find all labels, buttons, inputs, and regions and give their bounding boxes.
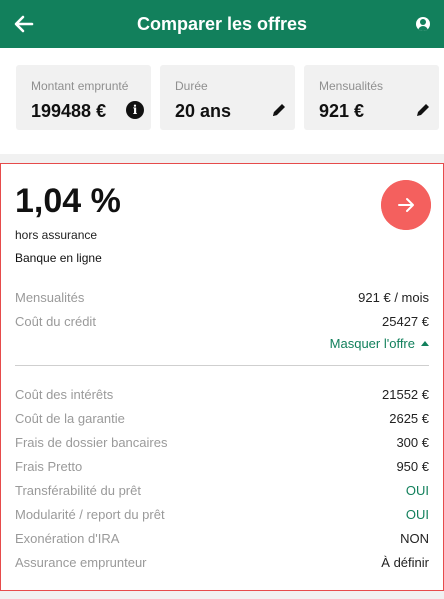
row-label: Modularité / report du prêt [15,507,165,522]
pencil-icon[interactable] [414,101,432,119]
row-label: Exonération d'IRA [15,531,120,546]
detail-row: Modularité / report du prêt OUI [15,507,429,525]
row-value: NON [400,531,429,546]
card-value: 921 € [319,101,365,121]
row-label: Mensualités [15,290,85,305]
user-account-icon[interactable] [416,17,430,31]
card-label: Montant emprunté [31,79,129,93]
card-value: 20 ans [175,101,232,121]
detail-row: Coût de la garantie 2625 € [15,411,429,429]
row-value: 950 € [396,459,429,474]
card-value: 199488 € [31,101,107,121]
chevron-up-icon [421,341,429,346]
interest-rate: 1,04 % [15,182,121,220]
row-value: 300 € [396,435,429,450]
hide-offer-toggle[interactable]: Masquer l'offre [330,336,429,351]
row-label: Coût des intérêts [15,387,114,402]
row-label: Frais Pretto [15,459,83,474]
row-label: Coût du crédit [15,314,96,329]
row-value: À définir [381,555,429,570]
pencil-icon[interactable] [270,101,288,119]
loan-summary: Montant emprunté 199488 € i Durée 20 ans… [0,48,444,154]
bank-name: Banque en ligne [15,251,102,265]
row-value: 2625 € [389,411,429,426]
row-label: Transférabilité du prêt [15,483,141,498]
detail-row: Assurance emprunteur À définir [15,555,429,573]
divider [15,365,429,366]
detail-row: Coût des intérêts 21552 € [15,387,429,405]
row-label: Frais de dossier bancaires [15,435,168,450]
toggle-label: Masquer l'offre [329,336,415,351]
row-value: 21552 € [382,387,429,402]
detail-row: Transférabilité du prêt OUI [15,483,429,501]
detail-row: Mensualités 921 € / mois [15,290,429,308]
detail-row: Exonération d'IRA NON [15,531,429,549]
duration-card[interactable]: Durée 20 ans [160,65,295,130]
card-label: Durée [175,79,208,93]
detail-row: Frais Pretto 950 € [15,459,429,477]
offer-card: 1,04 % hors assurance Banque en ligne Me… [0,163,444,591]
monthly-payment-card[interactable]: Mensualités 921 € [304,65,439,130]
info-icon[interactable]: i [126,101,144,119]
row-value: OUI [405,507,429,522]
app-header: Comparer les offres [0,0,444,48]
loan-amount-card: Montant emprunté 199488 € i [16,65,151,130]
row-value: OUI [405,483,429,498]
row-label: Assurance emprunteur [15,555,147,570]
row-label: Coût de la garantie [15,411,125,426]
card-label: Mensualités [319,79,384,93]
row-value: 25427 € [382,314,429,329]
select-offer-button[interactable] [381,180,431,230]
detail-row: Frais de dossier bancaires 300 € [15,435,429,453]
rate-note: hors assurance [15,228,98,242]
row-value: 921 € / mois [358,290,429,305]
detail-row: Coût du crédit 25427 € [15,314,429,332]
page-title: Comparer les offres [136,14,308,34]
